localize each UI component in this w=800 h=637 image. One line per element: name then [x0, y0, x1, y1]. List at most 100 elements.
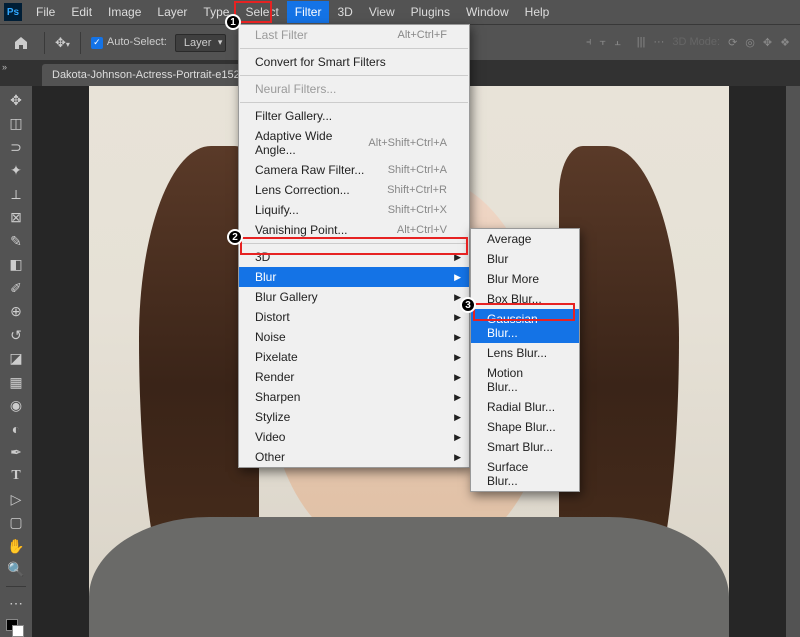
distribute-icon[interactable]: |||	[637, 36, 646, 49]
mi-noise[interactable]: Noise▶	[239, 327, 469, 347]
mi-motion-blur[interactable]: Motion Blur...	[471, 363, 579, 397]
menu-view[interactable]: View	[361, 1, 403, 23]
mi-pixelate[interactable]: Pixelate▶	[239, 347, 469, 367]
mi-surface-blur[interactable]: Surface Blur...	[471, 457, 579, 491]
type-tool[interactable]: T	[4, 466, 28, 486]
mi-stylize[interactable]: Stylize▶	[239, 407, 469, 427]
3d-slide-icon[interactable]: ❖	[780, 36, 790, 49]
zoom-tool[interactable]: 🔍	[4, 560, 28, 580]
mi-render[interactable]: Render▶	[239, 367, 469, 387]
lasso-tool[interactable]: ⊃	[4, 137, 28, 157]
document-tab[interactable]: Dakota-Johnson-Actress-Portrait-e1522	[42, 64, 256, 86]
gradient-tool[interactable]: ▦	[4, 372, 28, 392]
mi-camera-raw[interactable]: Camera Raw Filter...Shift+Ctrl+A	[239, 160, 469, 180]
mi-lens-blur[interactable]: Lens Blur...	[471, 343, 579, 363]
3d-pan-icon[interactable]: ✥	[763, 36, 772, 49]
mi-box-blur[interactable]: Box Blur...	[471, 289, 579, 309]
align-icon[interactable]: ⫟	[599, 36, 606, 49]
mi-distort[interactable]: Distort▶	[239, 307, 469, 327]
image-content	[89, 517, 729, 637]
mi-other[interactable]: Other▶	[239, 447, 469, 467]
mode-3d-label: 3D Mode:	[672, 36, 720, 49]
move-tool-icon[interactable]: ✥▾	[55, 35, 70, 51]
move-tool[interactable]: ✥	[4, 90, 28, 110]
history-brush-tool[interactable]: ↺	[4, 325, 28, 345]
home-icon[interactable]	[8, 30, 34, 56]
menu-layer[interactable]: Layer	[149, 1, 195, 23]
divider	[240, 48, 468, 49]
menu-edit[interactable]: Edit	[63, 1, 100, 23]
mi-video[interactable]: Video▶	[239, 427, 469, 447]
edit-toolbar[interactable]: ⋯	[4, 593, 28, 613]
mi-adaptive[interactable]: Adaptive Wide Angle...Alt+Shift+Ctrl+A	[239, 126, 469, 160]
3d-orbit-icon[interactable]: ⟳	[728, 36, 737, 49]
brush-tool[interactable]: ✐	[4, 278, 28, 298]
mi-sharpen[interactable]: Sharpen▶	[239, 387, 469, 407]
blur-tool[interactable]: ◉	[4, 395, 28, 415]
expand-icon[interactable]: »	[2, 62, 7, 72]
mi-convert-smart[interactable]: Convert for Smart Filters	[239, 52, 469, 72]
menu-help[interactable]: Help	[517, 1, 558, 23]
mi-shape-blur[interactable]: Shape Blur...	[471, 417, 579, 437]
path-tool[interactable]: ▷	[4, 489, 28, 509]
menu-plugins[interactable]: Plugins	[403, 1, 458, 23]
toolbar: ✥ ◫ ⊃ ✦ ⟂ ⊠ ✎ ◧ ✐ ⊕ ↺ ◪ ▦ ◉ ◐ ✒ T ▷ ▢ ✋ …	[0, 86, 32, 637]
mi-liquify[interactable]: Liquify...Shift+Ctrl+X	[239, 200, 469, 220]
mi-average[interactable]: Average	[471, 229, 579, 249]
chevron-right-icon: ▶	[454, 432, 461, 443]
mi-radial-blur[interactable]: Radial Blur...	[471, 397, 579, 417]
frame-tool[interactable]: ⊠	[4, 207, 28, 227]
menu-file[interactable]: File	[28, 1, 63, 23]
swatch[interactable]	[4, 617, 28, 637]
hand-tool[interactable]: ✋	[4, 536, 28, 556]
pen-tool[interactable]: ✒	[4, 442, 28, 462]
wand-tool[interactable]: ✦	[4, 160, 28, 180]
mi-neural[interactable]: Neural Filters...	[239, 79, 469, 99]
stamp-tool[interactable]: ⊕	[4, 301, 28, 321]
mi-blur[interactable]: Blur▶	[239, 267, 469, 287]
options-right: ⫞ ⫟ ⫠ ||| ··· 3D Mode: ⟳ ◎ ✥ ❖	[586, 36, 790, 49]
annotation-badge-1: 1	[225, 14, 241, 30]
eraser-tool[interactable]: ◪	[4, 348, 28, 368]
filter-menu: Last FilterAlt+Ctrl+F Convert for Smart …	[238, 24, 470, 468]
chevron-right-icon: ▶	[454, 372, 461, 383]
mi-smart-blur[interactable]: Smart Blur...	[471, 437, 579, 457]
divider	[80, 32, 81, 54]
chevron-right-icon: ▶	[454, 352, 461, 363]
menu-select[interactable]: Select	[237, 1, 286, 23]
mi-3d[interactable]: 3D▶	[239, 247, 469, 267]
shape-tool[interactable]: ▢	[4, 513, 28, 533]
mi-vanishing[interactable]: Vanishing Point...Alt+Ctrl+V	[239, 220, 469, 240]
menu-image[interactable]: Image	[100, 1, 149, 23]
chevron-right-icon: ▶	[454, 392, 461, 403]
more-icon[interactable]: ···	[653, 36, 664, 49]
align-icon[interactable]: ⫠	[614, 36, 621, 49]
chevron-right-icon: ▶	[454, 252, 461, 263]
mi-gaussian-blur[interactable]: Gaussian Blur...	[471, 309, 579, 343]
divider	[240, 102, 468, 103]
menu-filter[interactable]: Filter	[287, 1, 330, 23]
mi-blur[interactable]: Blur	[471, 249, 579, 269]
mi-lens-correction[interactable]: Lens Correction...Shift+Ctrl+R	[239, 180, 469, 200]
eyedropper-tool[interactable]: ✎	[4, 231, 28, 251]
crop-tool[interactable]: ⟂	[4, 184, 28, 204]
menubar: Ps File Edit Image Layer Type Select Fil…	[0, 0, 800, 24]
mi-filter-gallery[interactable]: Filter Gallery...	[239, 106, 469, 126]
right-sidebar[interactable]	[786, 86, 800, 637]
menu-3d[interactable]: 3D	[329, 1, 360, 23]
align-icon[interactable]: ⫞	[586, 36, 592, 49]
healing-tool[interactable]: ◧	[4, 254, 28, 274]
dodge-tool[interactable]: ◐	[4, 419, 28, 439]
mi-last-filter[interactable]: Last FilterAlt+Ctrl+F	[239, 25, 469, 45]
mi-blur-gallery[interactable]: Blur Gallery▶	[239, 287, 469, 307]
menu-window[interactable]: Window	[458, 1, 517, 23]
3d-roll-icon[interactable]: ◎	[745, 36, 755, 49]
mi-blur-more[interactable]: Blur More	[471, 269, 579, 289]
divider	[44, 32, 45, 54]
annotation-badge-2: 2	[227, 229, 243, 245]
layer-dropdown[interactable]: Layer	[175, 34, 227, 52]
marquee-tool[interactable]: ◫	[4, 113, 28, 133]
chevron-right-icon: ▶	[454, 272, 461, 283]
auto-select-checkbox[interactable]: ✓Auto-Select:	[91, 36, 167, 49]
annotation-badge-3: 3	[460, 297, 476, 313]
